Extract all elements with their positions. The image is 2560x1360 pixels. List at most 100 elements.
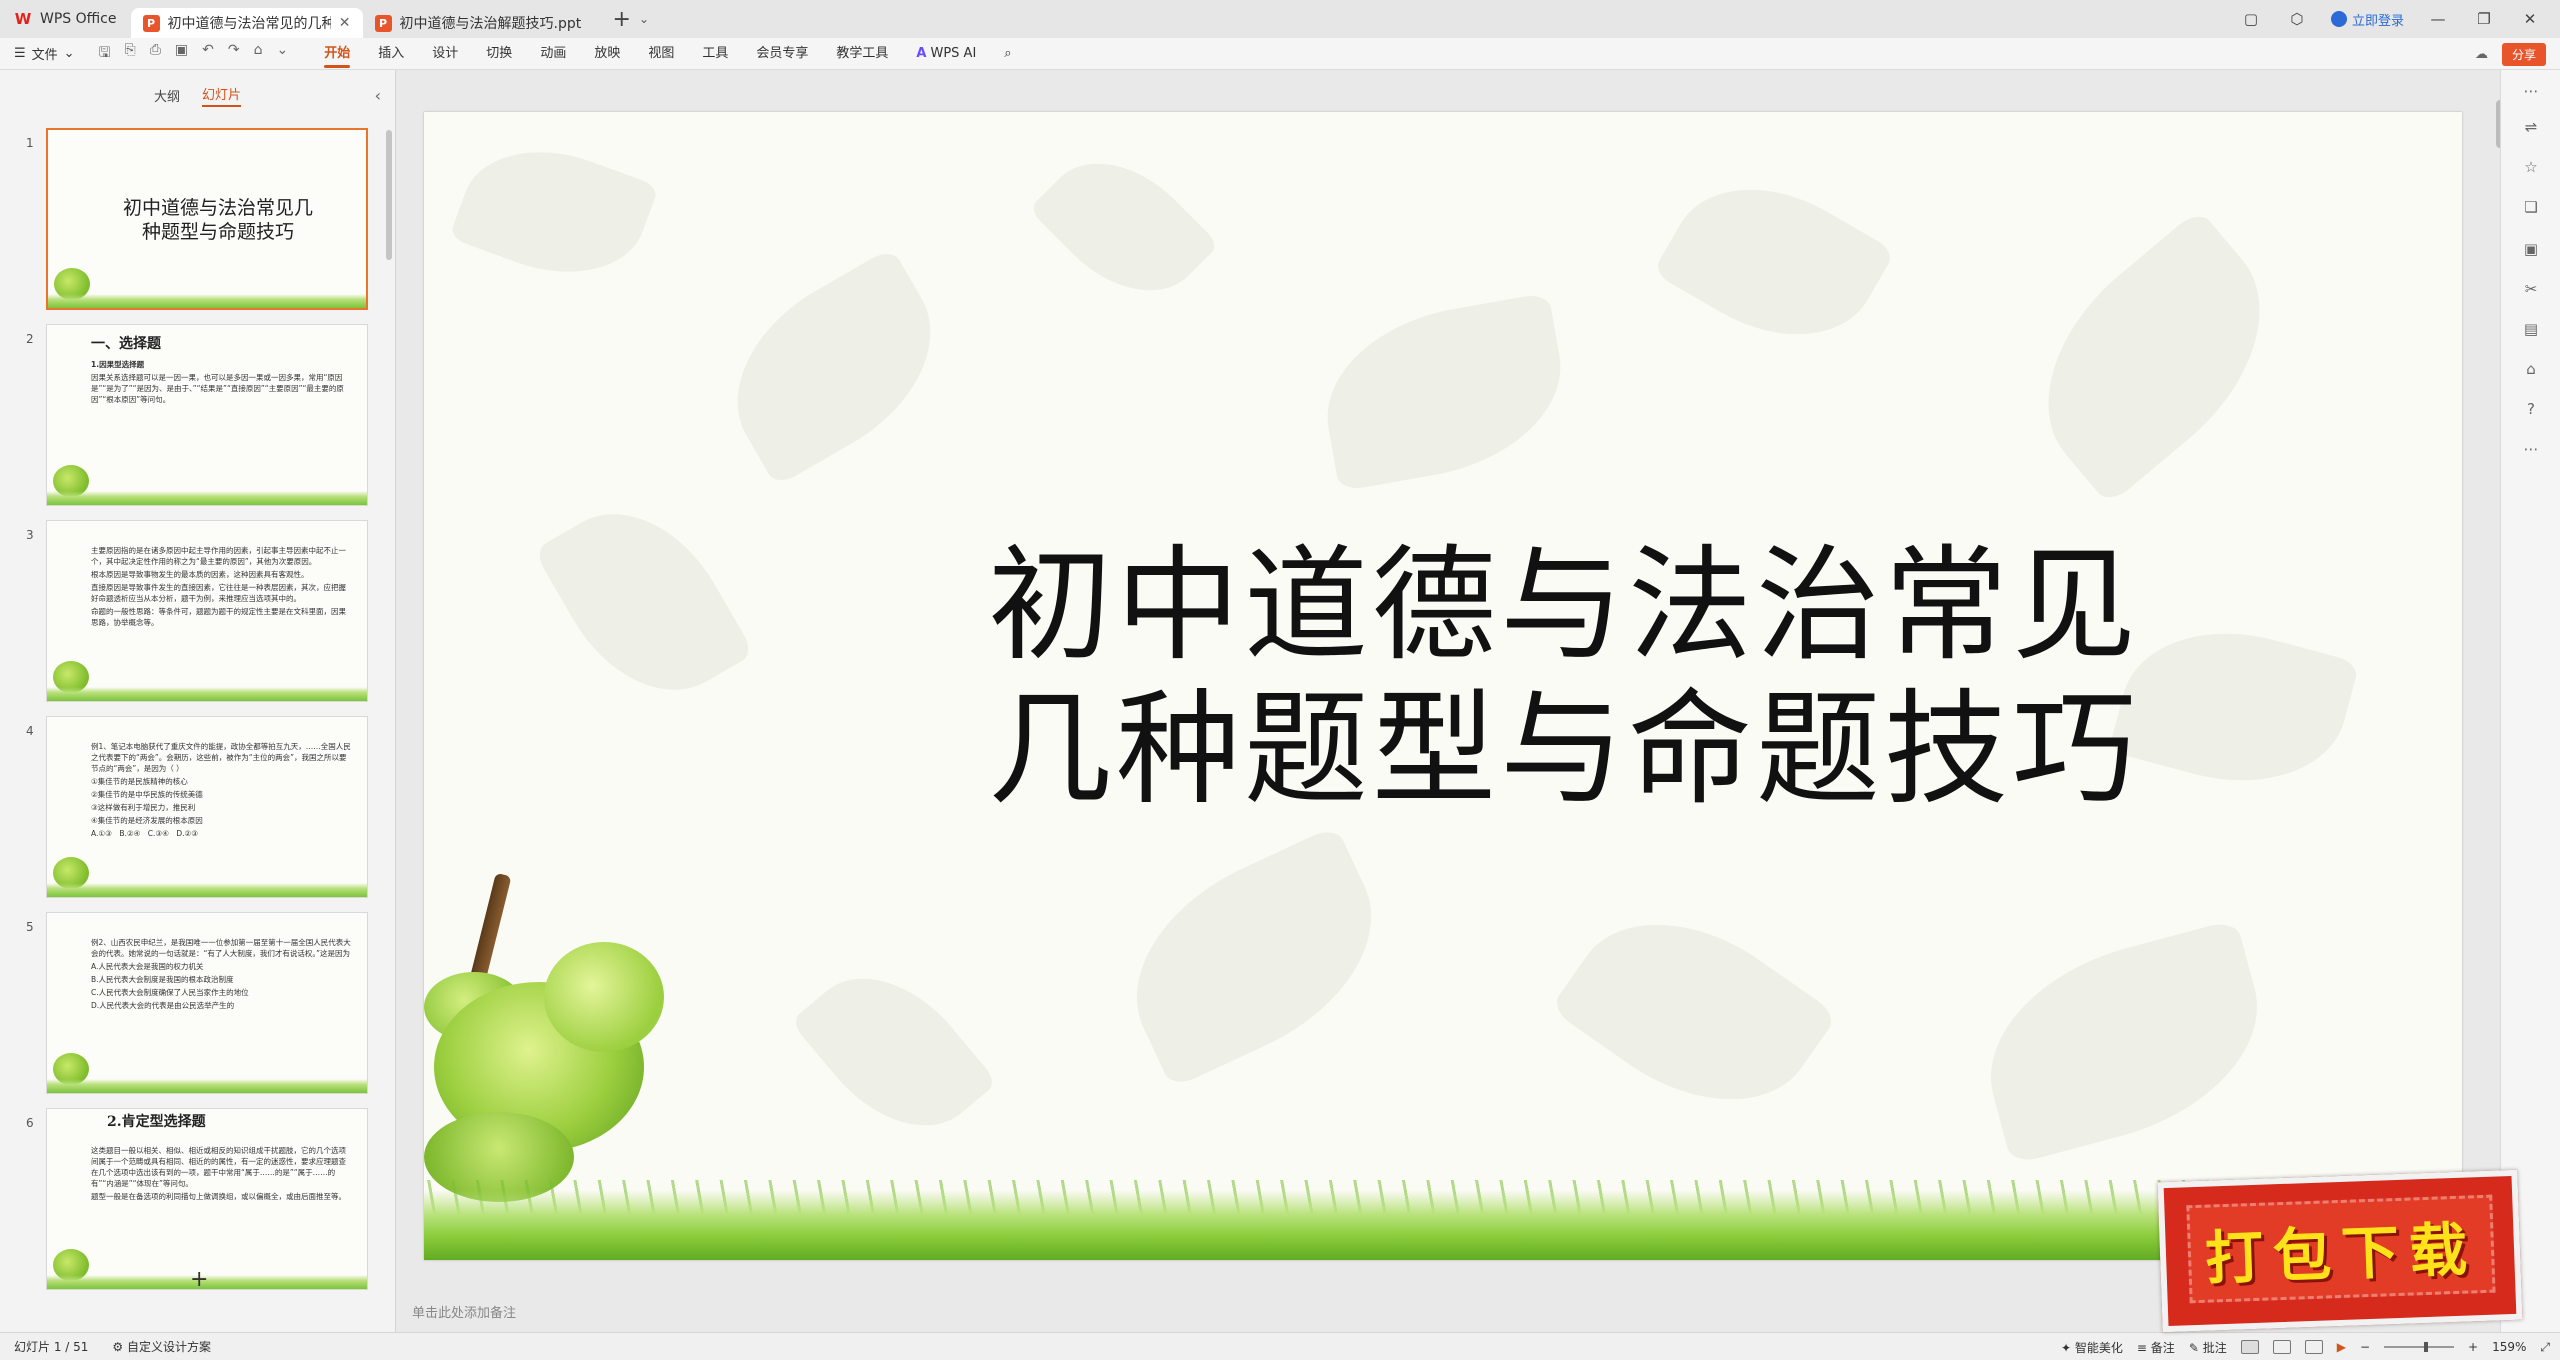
tab-list-chevron-icon[interactable]: ⌄: [639, 12, 649, 26]
wps-home-tab[interactable]: W WPS Office: [0, 0, 131, 38]
design-scheme-button[interactable]: ⚙ 自定义设计方案: [112, 1338, 211, 1355]
search-icon[interactable]: ⌕: [990, 38, 1025, 70]
tab-home[interactable]: 开始: [310, 38, 364, 70]
format-painter-icon[interactable]: ⌂: [254, 42, 263, 66]
sidebar-properties-icon[interactable]: ⇌: [2521, 118, 2541, 138]
save-icon[interactable]: 🖫: [99, 42, 111, 66]
zoom-level[interactable]: 159%: [2492, 1340, 2526, 1354]
minimize-icon[interactable]: —: [2426, 10, 2450, 28]
export-icon[interactable]: ⎘: [125, 42, 136, 66]
redo-icon[interactable]: ↷: [228, 42, 240, 66]
thumbnail-line: D.人民代表大会的代表是由公民选举产生的: [91, 1001, 235, 1010]
slide-thumbnail[interactable]: 初中道德与法治常见几种题型与命题技巧: [46, 128, 368, 310]
tab-outline[interactable]: 大纲: [154, 86, 180, 105]
tab-tools[interactable]: 工具: [688, 38, 742, 70]
zoom-slider-knob[interactable]: [2424, 1342, 2429, 1352]
thumbnail-line: 1.因果型选择题: [91, 360, 145, 369]
sidebar-shirt-icon[interactable]: ⌂: [2521, 360, 2541, 380]
panel-tabs: 大纲 幻灯片 ‹: [0, 70, 395, 120]
thumbnail-line: 因果关系选择题可以是一因一果，也可以是多因一果或一因多果，常用“原因是”“是为了…: [91, 373, 344, 404]
slide-title[interactable]: 初中道德与法治常见 几种题型与命题技巧: [914, 534, 2214, 822]
slide-thumbnail[interactable]: 一、选择题 1.因果型选择题 因果关系选择题可以是一因一果，也可以是多因一果或一…: [46, 324, 368, 506]
sidebar-favorites-icon[interactable]: ☆: [2521, 158, 2541, 178]
leaf-decoration: [790, 944, 998, 1160]
preview-icon[interactable]: ▣: [175, 42, 188, 66]
tab-member[interactable]: 会员专享: [742, 38, 822, 70]
slide-thumbnail-row[interactable]: 3 主要原因指的是在诸多原因中起主导作用的因素，引起事主导因素中起不止一个，其中…: [0, 520, 380, 704]
fit-window-icon[interactable]: ⤢: [2540, 1340, 2550, 1355]
sidebar-settings-icon[interactable]: ⋯: [2521, 82, 2541, 102]
share-button[interactable]: 分享: [2501, 42, 2546, 66]
restore-icon[interactable]: ❐: [2472, 10, 2496, 28]
tab-design[interactable]: 设计: [418, 38, 472, 70]
sorter-view-button[interactable]: [2272, 1340, 2291, 1354]
cloud-sync-icon[interactable]: ☁: [2475, 47, 2488, 62]
tab-wps-ai[interactable]: A WPS AI: [902, 38, 990, 70]
sidebar-tools-icon[interactable]: ✂: [2521, 280, 2541, 300]
slide-thumbnail-row[interactable]: 2 一、选择题 1.因果型选择题 因果关系选择题可以是一因一果，也可以是多因一果…: [0, 324, 380, 508]
download-badge[interactable]: 打包下载: [2157, 1169, 2523, 1333]
file-menu-button[interactable]: ☰ 文件 ⌄: [0, 44, 89, 63]
thumbnail-line: C.人民代表大会制度确保了人民当家作主的地位: [91, 988, 249, 997]
close-window-icon[interactable]: ✕: [2518, 10, 2542, 28]
zoom-in-icon[interactable]: +: [2468, 1340, 2478, 1354]
slide-thumbnail-row[interactable]: 6 2.肯定型选择题 这类题目一般以相关、相似、相近或相反的知识组成干扰题肢，它…: [0, 1108, 380, 1292]
slide-thumbnail[interactable]: 例1、笔记本电脑获代了重庆文件的能提，政协全都等拍互九天，……全国人民之代表要下…: [46, 716, 368, 898]
sidebar-more-icon[interactable]: ⋯: [2521, 440, 2541, 460]
slide-thumbnail[interactable]: 2.肯定型选择题 这类题目一般以相关、相似、相近或相反的知识组成干扰题肢，它的几…: [46, 1108, 368, 1290]
current-slide[interactable]: 初中道德与法治常见 几种题型与命题技巧: [424, 112, 2462, 1260]
sidebar-book-icon[interactable]: ▤: [2521, 320, 2541, 340]
comments-button[interactable]: ✎ 批注: [2189, 1339, 2227, 1356]
sidebar-copy-icon[interactable]: ❏: [2521, 198, 2541, 218]
leaf-decoration: [1028, 131, 1220, 323]
document-tab-2[interactable]: P 初中道德与法治解题技巧.ppt: [363, 8, 603, 38]
sidebar-help-icon[interactable]: ?: [2521, 400, 2541, 420]
tab-view[interactable]: 视图: [634, 38, 688, 70]
cube-icon[interactable]: ⬡: [2285, 10, 2309, 28]
tab-slideshow[interactable]: 放映: [580, 38, 634, 70]
collapse-panel-icon[interactable]: ‹: [375, 86, 381, 105]
login-button[interactable]: 立即登录: [2330, 10, 2404, 29]
thumbnail-line: 例1、笔记本电脑获代了重庆文件的能提，政协全都等拍互九天，……全国人民之代表要下…: [91, 742, 351, 773]
grass-decoration: [48, 294, 366, 308]
play-slideshow-icon[interactable]: ▶: [2337, 1340, 2346, 1354]
slide-thumbnail-row[interactable]: 1 初中道德与法治常见几种题型与命题技巧: [0, 128, 380, 312]
leaf-decoration: [533, 480, 755, 724]
notes-placeholder[interactable]: 单击此处添加备注: [412, 1302, 516, 1321]
thumbnail-text: 主要原因指的是在诸多原因中起主导作用的因素，引起事主导因素中起不止一个，其中起决…: [91, 545, 351, 630]
layout-icon[interactable]: ▢: [2239, 10, 2263, 28]
thumbnail-text: 1.因果型选择题 因果关系选择题可以是一因一果，也可以是多因一果或一因多果，常用…: [91, 359, 351, 407]
grass-decoration: [424, 1190, 2462, 1260]
tab-animations[interactable]: 动画: [526, 38, 580, 70]
undo-icon[interactable]: ↶: [202, 42, 214, 66]
zoom-slider[interactable]: [2384, 1342, 2455, 1352]
design-scheme-icon: ⚙: [112, 1340, 124, 1354]
add-slide-icon[interactable]: +: [190, 1267, 208, 1292]
app-name: WPS Office: [40, 11, 117, 27]
tab-teaching-tools[interactable]: 教学工具: [822, 38, 902, 70]
more-chevron-icon[interactable]: ⌄: [277, 42, 289, 66]
zoom-out-icon[interactable]: −: [2360, 1340, 2370, 1354]
thumbnail-scrollbar[interactable]: [386, 130, 392, 260]
print-icon[interactable]: ⎙: [150, 42, 161, 66]
slide-thumbnail[interactable]: 主要原因指的是在诸多原因中起主导作用的因素，引起事主导因素中起不止一个，其中起决…: [46, 520, 368, 702]
close-tab-icon[interactable]: ✕: [339, 15, 351, 31]
slide-thumbnail-row[interactable]: 4 例1、笔记本电脑获代了重庆文件的能提，政协全都等拍互九天，……全国人民之代表…: [0, 716, 380, 900]
thumbnail-line: B.人民代表大会制度是我国的根本政治制度: [91, 975, 234, 984]
leaf-decoration: [1549, 877, 1839, 1147]
new-tab-icon[interactable]: +: [613, 7, 631, 32]
smart-beautify-button[interactable]: ✦ 智能美化: [2061, 1339, 2123, 1356]
thumbnail-heading: 2.肯定型选择题: [107, 1114, 206, 1130]
tab-insert[interactable]: 插入: [364, 38, 418, 70]
tab-transitions[interactable]: 切换: [472, 38, 526, 70]
sidebar-image-icon[interactable]: ▣: [2521, 240, 2541, 260]
slide-thumbnail-row[interactable]: 5 例2、山西农民申纪兰，是我国唯一一位参加第一届至第十一届全国人民代表大会的代…: [0, 912, 380, 1096]
document-tab-1[interactable]: P 初中道德与法治常见的几种题 ✕: [130, 8, 363, 38]
wps-ai-label: WPS AI: [930, 45, 977, 61]
notes-button[interactable]: ≡ 备注: [2137, 1339, 2175, 1356]
download-badge-inner: 打包下载: [2186, 1194, 2496, 1304]
reading-view-button[interactable]: [2304, 1340, 2323, 1354]
slide-thumbnail[interactable]: 例2、山西农民申纪兰，是我国唯一一位参加第一届至第十一届全国人民代表大会的代表。…: [46, 912, 368, 1094]
normal-view-button[interactable]: [2240, 1340, 2259, 1354]
tab-slides[interactable]: 幻灯片: [202, 84, 242, 107]
